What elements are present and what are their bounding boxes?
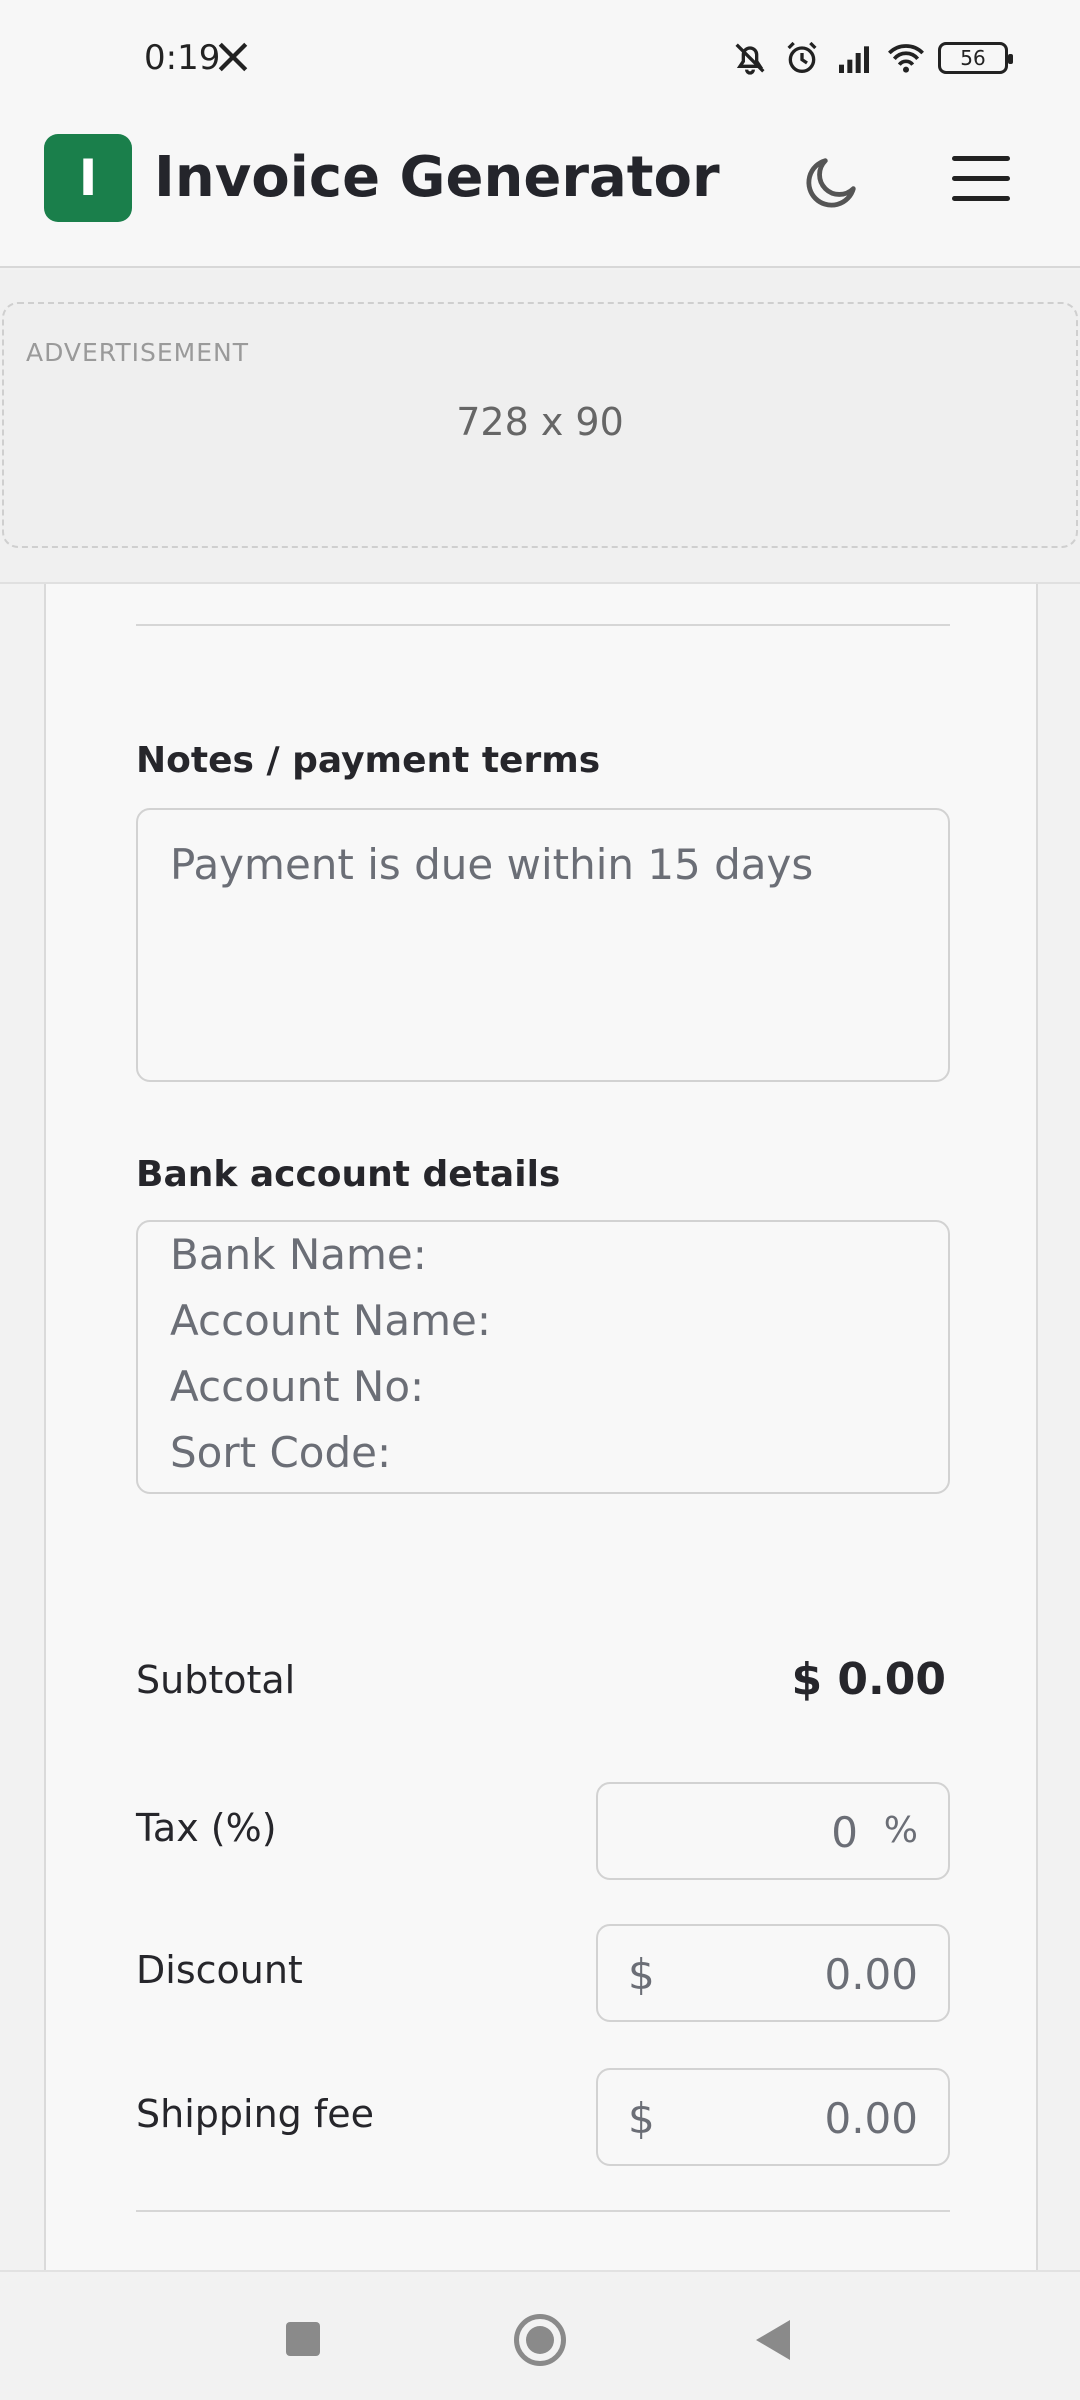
- bank-line: Bank Name:: [170, 1230, 427, 1279]
- status-icons: 56: [730, 38, 1013, 78]
- subtotal-value: $ 0.00: [791, 1654, 947, 1705]
- currency-prefix: $: [628, 2094, 655, 2143]
- currency-prefix: $: [628, 1950, 655, 1999]
- moon-icon[interactable]: [800, 150, 864, 214]
- x-logo-icon: [218, 42, 248, 72]
- bank-label: Bank account details: [136, 1154, 561, 1195]
- system-nav-bar: [0, 2270, 1080, 2400]
- app-logo[interactable]: I: [44, 134, 132, 222]
- subtotal-label: Subtotal: [136, 1658, 296, 1702]
- battery-icon: 56: [938, 42, 1013, 74]
- status-time: 0:19: [144, 38, 221, 78]
- nav-back-icon[interactable]: [756, 2320, 790, 2360]
- bank-line: Account No:: [170, 1362, 425, 1411]
- wifi-icon: [888, 44, 924, 73]
- shipping-value: 0.00: [824, 2094, 918, 2143]
- app-header: I Invoice Generator: [0, 120, 1080, 268]
- tax-input[interactable]: 0 %: [596, 1782, 950, 1880]
- notes-label: Notes / payment terms: [136, 740, 601, 781]
- nav-home-icon[interactable]: [514, 2314, 566, 2366]
- divider: [136, 2210, 950, 2212]
- logo-letter: I: [78, 149, 98, 207]
- ad-container: ADVERTISEMENT 728 x 90: [0, 270, 1080, 584]
- ad-banner[interactable]: ADVERTISEMENT 728 x 90: [2, 302, 1078, 548]
- alarm-icon: [787, 41, 817, 73]
- status-bar: 0:19 56: [0, 0, 1080, 120]
- shipping-label: Shipping fee: [136, 2092, 374, 2136]
- bank-line: Account Name:: [170, 1296, 491, 1345]
- tax-value: 0: [831, 1808, 858, 1857]
- app-title[interactable]: Invoice Generator: [154, 140, 720, 216]
- shipping-input[interactable]: $ 0.00: [596, 2068, 950, 2166]
- discount-input[interactable]: $ 0.00: [596, 1924, 950, 2022]
- signal-icon: [839, 46, 869, 73]
- notes-placeholder: Payment is due within 15 days: [170, 840, 814, 889]
- discount-value: 0.00: [824, 1950, 918, 1999]
- notes-textarea[interactable]: Payment is due within 15 days: [136, 808, 950, 1082]
- ad-label: ADVERTISEMENT: [26, 338, 250, 367]
- battery-level: 56: [960, 46, 986, 70]
- nav-recents-icon[interactable]: [286, 2322, 320, 2356]
- tax-label: Tax (%): [136, 1806, 277, 1850]
- menu-icon[interactable]: [952, 156, 1010, 206]
- bell-off-icon: [735, 43, 765, 75]
- percent-suffix: %: [883, 1810, 918, 1851]
- ad-size: 728 x 90: [456, 400, 624, 444]
- bank-details-textarea[interactable]: Bank Name: Account Name: Account No: Sor…: [136, 1220, 950, 1494]
- divider: [136, 624, 950, 626]
- discount-label: Discount: [136, 1948, 303, 1992]
- bank-line: Sort Code:: [170, 1428, 392, 1477]
- invoice-card: Notes / payment terms Payment is due wit…: [44, 584, 1038, 2270]
